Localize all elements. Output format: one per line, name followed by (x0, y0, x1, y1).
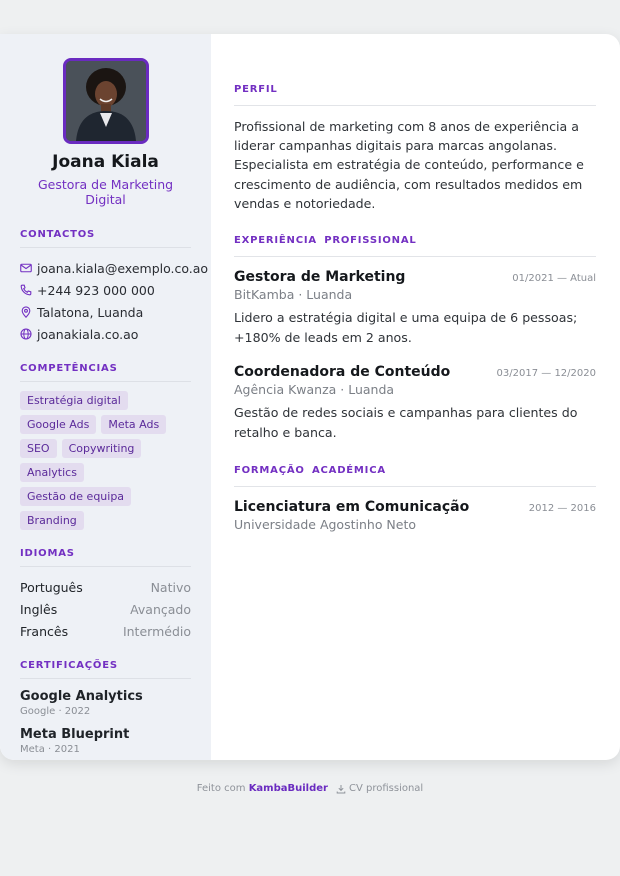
language-name: Francês (20, 623, 69, 639)
candidate-name: Joana Kiala (52, 152, 159, 172)
contact-website-value: joanakiala.co.ao (37, 326, 139, 342)
language-level: Nativo (150, 579, 191, 595)
language-name: Inglês (20, 601, 58, 617)
contacts-heading: CONTACTOS (20, 229, 191, 248)
certifications-section: CERTIFICAÇÕES Google Analytics Google · … (20, 660, 191, 755)
job-organization: Agência Kwanza · Luanda (234, 382, 395, 398)
certification-meta: Meta · 2021 (20, 744, 80, 755)
download-icon (336, 784, 346, 794)
footer-brand-link[interactable]: KambaBuilder (249, 783, 328, 794)
skill-chip: Meta Ads (101, 415, 167, 434)
skill-chip: Gestão de equipa (20, 487, 132, 506)
skill-chips: Estratégia digital Google Ads Meta Ads S… (20, 391, 191, 530)
footer-made-with-label: Feito com (196, 783, 246, 794)
skills-heading: COMPETÊNCIAS (20, 363, 191, 382)
skill-chip: Estratégia digital (20, 391, 128, 410)
avatar (62, 58, 149, 144)
job-dates: 03/2017 — 12/2020 (496, 368, 596, 380)
contact-location-value: Talatona, Luanda (37, 304, 144, 320)
job-organization: BitKamba · Luanda (234, 287, 353, 303)
skill-chip: Analytics (20, 463, 84, 482)
languages-section: IDIOMAS Português Nativo Inglês Avançado… (20, 548, 191, 642)
job-description: Lidero a estratégia digital e uma equipa… (234, 310, 578, 345)
experience-item: Gestora de Marketing 01/2021 — Atual Bit… (234, 269, 596, 347)
experience-section: EXPERIÊNCIA PROFISSIONAL Gestora de Mark… (234, 235, 596, 442)
profile-photo (65, 61, 146, 141)
profile-heading: PERFIL (234, 84, 596, 106)
language-level: Avançado (130, 601, 191, 617)
experience-item: Coordenadora de Conteúdo 03/2017 — 12/20… (234, 364, 596, 442)
footer-tag-label: CV profissional (348, 783, 424, 794)
certification-item: Meta Blueprint Meta · 2021 (20, 727, 191, 755)
degree-dates: 2012 — 2016 (528, 503, 596, 515)
language-row: Inglês Avançado (20, 598, 191, 620)
skills-section: COMPETÊNCIAS Estratégia digital Google A… (20, 363, 191, 530)
language-level: Intermédio (122, 623, 191, 639)
skill-chip: Branding (20, 511, 84, 530)
globe-icon (20, 328, 32, 340)
profile-section: PERFIL Profissional de marketing com 8 a… (234, 84, 596, 213)
contacts-section: CONTACTOS joana.kiala@exemplo.co.ao +244… (20, 229, 208, 345)
avatar-wrap (20, 58, 191, 144)
job-description: Gestão de redes sociais e campanhas para… (234, 405, 578, 440)
certification-meta: Google · 2022 (20, 706, 91, 717)
certification-item: Google Analytics Google · 2022 (20, 689, 191, 717)
contact-email[interactable]: joana.kiala@exemplo.co.ao (20, 257, 208, 279)
job-dates: 01/2021 — Atual (512, 273, 596, 285)
cv-card: Joana Kiala Gestora de Marketing Digital… (0, 34, 620, 760)
institution: Universidade Agostinho Neto (234, 517, 417, 533)
language-row: Francês Intermédio (20, 620, 191, 642)
job-title: Gestora de Marketing (234, 269, 406, 286)
contact-phone[interactable]: +244 923 000 000 (20, 279, 191, 301)
phone-icon (20, 284, 32, 296)
languages-heading: IDIOMAS (20, 548, 191, 567)
language-name: Português (20, 579, 83, 595)
footer-made-with: Feito com KambaBuilder (197, 783, 328, 794)
certification-title: Meta Blueprint (20, 727, 130, 742)
degree-title: Licenciatura em Comunicação (234, 499, 470, 516)
sidebar: Joana Kiala Gestora de Marketing Digital… (0, 34, 211, 760)
experience-heading: EXPERIÊNCIA PROFISSIONAL (234, 235, 596, 258)
education-item: Licenciatura em Comunicação 2012 — 2016 … (234, 499, 596, 532)
certifications-heading: CERTIFICAÇÕES (20, 660, 191, 679)
contact-email-value: joana.kiala@exemplo.co.ao (37, 260, 209, 276)
skill-chip: SEO (20, 439, 57, 458)
footer: Feito com KambaBuilder CV profissional (0, 783, 620, 794)
language-row: Português Nativo (20, 576, 191, 598)
education-heading: FORMAÇÃO ACADÉMICA (234, 465, 596, 488)
skill-chip: Google Ads (20, 415, 97, 434)
skill-chip: Copywriting (61, 439, 142, 458)
certification-title: Google Analytics (20, 689, 143, 704)
profile-summary: Profissional de marketing com 8 anos de … (234, 119, 584, 211)
footer-tag: CV profissional (336, 783, 423, 794)
location-icon (20, 306, 32, 318)
main-column: PERFIL Profissional de marketing com 8 a… (211, 34, 620, 760)
mail-icon (20, 262, 32, 274)
contact-website[interactable]: joanakiala.co.ao (20, 323, 191, 345)
job-title: Coordenadora de Conteúdo (234, 364, 451, 381)
education-section: FORMAÇÃO ACADÉMICA Licenciatura em Comun… (234, 465, 596, 532)
contact-phone-value: +244 923 000 000 (37, 282, 155, 298)
contact-location: Talatona, Luanda (20, 301, 191, 323)
candidate-role: Gestora de Marketing Digital (37, 177, 174, 207)
